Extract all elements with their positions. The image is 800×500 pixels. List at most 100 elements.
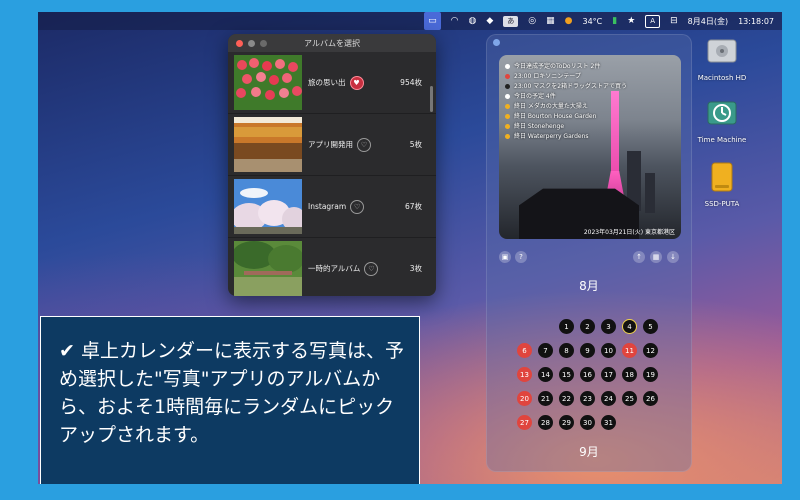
album-thumbnail	[234, 241, 302, 296]
input-badge[interactable]: あ	[503, 15, 519, 27]
calendar-day[interactable]: 28	[538, 415, 553, 430]
external-drive-icon	[711, 162, 733, 192]
album-count: 67枚	[404, 202, 422, 211]
calendar-day[interactable]: 13	[517, 367, 532, 382]
overlay-text: 終日 Bourton House Garden	[514, 113, 597, 120]
bullet-icon	[505, 84, 510, 89]
calendar-day[interactable]: 2	[580, 319, 595, 334]
overlay-line: 終日 メダカの大量た大掃え	[505, 101, 588, 110]
minimize-button[interactable]	[248, 39, 255, 47]
temperature[interactable]: 34°C	[583, 17, 603, 26]
album-row[interactable]: Instagram ♡ 67枚	[228, 176, 436, 238]
calendar-day[interactable]: 24	[601, 391, 616, 406]
trash-icon[interactable]: ▮	[612, 12, 617, 30]
calendar-day[interactable]: 5	[643, 319, 658, 334]
calendar-day[interactable]: 23	[580, 391, 595, 406]
bullet-icon	[505, 124, 510, 129]
window-switch-icon[interactable]: ▭	[424, 12, 441, 30]
globe-icon[interactable]: ◍	[468, 12, 476, 30]
arrow-up-icon[interactable]: ↑	[633, 251, 645, 263]
calendar-day[interactable]: 9	[580, 343, 595, 358]
calendar-day[interactable]: 3	[601, 319, 616, 334]
input-method[interactable]: A	[645, 14, 661, 28]
overlay-line: 今日達成予定のToDoリスト 2件	[505, 61, 600, 70]
heart-icon[interactable]: ♡	[364, 261, 379, 276]
calendar-day[interactable]: 10	[601, 343, 616, 358]
scrollbar[interactable]	[430, 86, 433, 112]
calendar-day[interactable]: 15	[559, 367, 574, 382]
photo-caption: 2023年03月21日(火) 東京都港区	[583, 229, 675, 236]
album-name: 旅の思い出	[308, 78, 346, 87]
desktop-icon-label: SSD-PUTA	[704, 200, 740, 208]
calendar-icon[interactable]: ▦	[546, 12, 555, 30]
calendar-day[interactable]: 16	[580, 367, 595, 382]
calendar-day[interactable]: 20	[517, 391, 532, 406]
hard-drive-icon	[707, 39, 737, 63]
calendar-day[interactable]: 29	[559, 415, 574, 430]
calendar-day[interactable]: 17	[601, 367, 616, 382]
heart-icon[interactable]: ♡	[350, 199, 365, 214]
widget-photo[interactable]: 今日達成予定のToDoリスト 2件 23:00 ロキソニンテープ 23:00 マスク…	[499, 55, 681, 239]
calendar-day[interactable]: 30	[580, 415, 595, 430]
album-name: Instagram	[308, 202, 347, 211]
calendar-day[interactable]: 19	[643, 367, 658, 382]
menu-bar: ▭ ◠ ◍ ◆ あ ◎ ▦ ● 34°C ▮ ★ A ⊟ 8月4日(金) 13:…	[38, 12, 782, 30]
time-machine-icon	[707, 101, 737, 125]
close-button[interactable]	[236, 39, 243, 47]
calendar-day[interactable]: 26	[643, 391, 658, 406]
album-row[interactable]: 一時的アルバム ♡ 3枚	[228, 238, 436, 296]
calendar-widget: 今日達成予定のToDoリスト 2件 23:00 ロキソニンテープ 23:00 マスク…	[486, 34, 692, 472]
album-count: 954枚	[400, 78, 422, 87]
desktop-icon-label: Time Machine	[697, 136, 747, 144]
menu-date[interactable]: 8月4日(金)	[688, 16, 728, 27]
star-icon[interactable]: ★	[627, 12, 635, 30]
calendar-day[interactable]: 4	[622, 319, 637, 334]
wifi-icon[interactable]: ◠	[451, 12, 459, 30]
calendar-day[interactable]: 6	[517, 343, 532, 358]
bullet-icon	[505, 104, 510, 109]
photo-icon[interactable]: ▣	[499, 251, 511, 263]
calendar-day[interactable]: 27	[517, 415, 532, 430]
calendar-day[interactable]: 22	[559, 391, 574, 406]
calendar-day[interactable]: 12	[643, 343, 658, 358]
control-center-icon[interactable]: ⊟	[670, 12, 678, 30]
album-row[interactable]: アプリ開発用 ♡ 5枚	[228, 114, 436, 176]
album-name: アプリ開発用	[308, 140, 353, 149]
calendar-day[interactable]: 8	[559, 343, 574, 358]
zoom-button[interactable]	[260, 39, 267, 47]
feature-caption: ✔ 卓上カレンダーに表示する写真は、予め選択した"写真"アプリのアルバムから、お…	[40, 316, 420, 484]
overlay-line: 23:00 ロキソニンテープ	[505, 71, 581, 80]
album-select-window: アルバムを選択 旅の思い出 ♥ 954枚 アプリ開発用 ♡ 5枚 Instagr…	[228, 34, 436, 296]
calendar-day[interactable]: 18	[622, 367, 637, 382]
desktop-icon-time-machine[interactable]: Time Machine	[692, 96, 752, 144]
album-thumbnail	[234, 179, 302, 234]
title-bar[interactable]: アルバムを選択	[228, 34, 436, 52]
album-row[interactable]: 旅の思い出 ♥ 954枚	[228, 52, 436, 114]
calendar-day[interactable]: 14	[538, 367, 553, 382]
heart-icon[interactable]: ♥	[349, 75, 364, 90]
heart-icon[interactable]: ♡	[357, 137, 371, 152]
app-icon[interactable]: ◆	[486, 12, 493, 30]
overlay-line: 23:00 マスクを2箱ドラッグストアで買う	[505, 81, 627, 90]
arrow-down-icon[interactable]: ↓	[667, 251, 679, 263]
calendar-day[interactable]: 31	[601, 415, 616, 430]
desktop: ▭ ◠ ◍ ◆ あ ◎ ▦ ● 34°C ▮ ★ A ⊟ 8月4日(金) 13:…	[38, 12, 782, 484]
target-icon[interactable]: ◎	[528, 12, 536, 30]
calendar-day[interactable]: 25	[622, 391, 637, 406]
menu-time[interactable]: 13:18:07	[738, 17, 774, 26]
weather-icon[interactable]: ●	[565, 12, 573, 30]
calendar-day[interactable]: 11	[622, 343, 637, 358]
calendar-day[interactable]: 7	[538, 343, 553, 358]
overlay-line: 今日の予定 4件	[505, 91, 556, 100]
bullet-icon	[505, 74, 510, 79]
desktop-icon-ssd-puta[interactable]: SSD-PUTA	[692, 160, 752, 208]
next-month-title: 9月	[579, 445, 599, 459]
album-thumbnail	[234, 117, 302, 172]
calendar-day[interactable]: 21	[538, 391, 553, 406]
desktop-icon-macintosh-hd[interactable]: Macintosh HD	[692, 34, 752, 82]
desktop-icon-label: Macintosh HD	[697, 74, 747, 82]
calendar-day[interactable]: 1	[559, 319, 574, 334]
calendar-icon[interactable]: ▦	[650, 251, 662, 263]
help-icon[interactable]: ?	[515, 251, 527, 263]
overlay-text: 終日 Stonehenge	[514, 123, 565, 130]
